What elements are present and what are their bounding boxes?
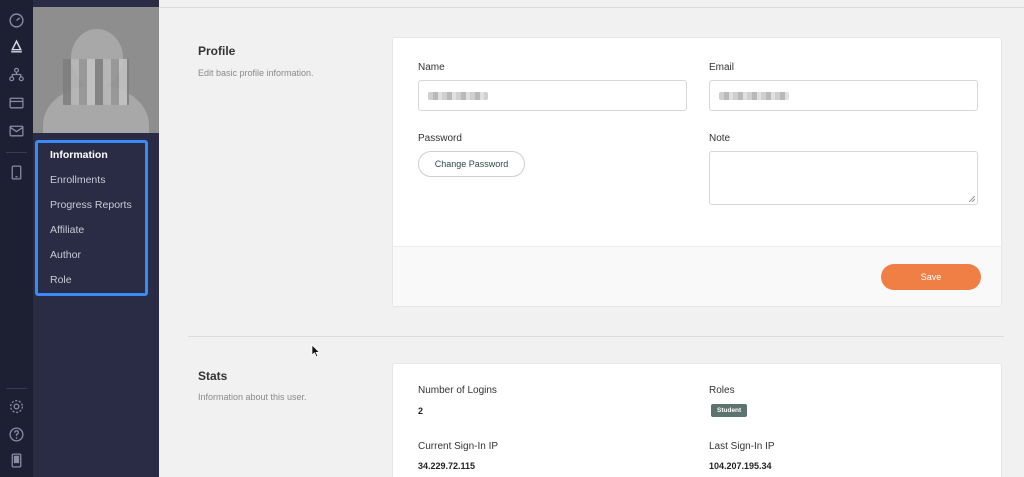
tablet-icon[interactable] bbox=[8, 164, 25, 181]
help-icon[interactable] bbox=[8, 426, 25, 443]
note-textarea[interactable] bbox=[709, 151, 978, 205]
save-button[interactable]: Save bbox=[881, 264, 981, 290]
profile-card-footer: Save bbox=[393, 246, 1001, 306]
profile-card: Name Email Password Change Password Note… bbox=[392, 37, 1002, 307]
menu-item-affiliate[interactable]: Affiliate bbox=[38, 222, 145, 247]
stats-title: Stats bbox=[198, 369, 228, 383]
settings-icon[interactable] bbox=[8, 398, 25, 415]
icon-rail bbox=[0, 0, 33, 477]
note-label: Note bbox=[709, 133, 731, 144]
header-divider bbox=[159, 7, 1024, 8]
menu-item-enrollments[interactable]: Enrollments bbox=[38, 172, 145, 197]
sitemap-icon[interactable] bbox=[8, 66, 25, 83]
last-ip-label: Last Sign-In IP bbox=[709, 441, 775, 452]
menu-item-information[interactable]: Information bbox=[38, 147, 145, 172]
rail-divider bbox=[6, 152, 27, 153]
name-label: Name bbox=[418, 62, 445, 73]
menu-item-author[interactable]: Author bbox=[38, 247, 145, 272]
billing-icon[interactable] bbox=[8, 94, 25, 111]
logins-value: 2 bbox=[418, 406, 424, 416]
menu-item-progress-reports[interactable]: Progress Reports bbox=[38, 197, 145, 222]
resize-handle[interactable] bbox=[969, 196, 975, 202]
last-ip-value: 104.207.195.34 bbox=[709, 461, 772, 471]
name-input[interactable] bbox=[418, 80, 687, 111]
change-password-button[interactable]: Change Password bbox=[418, 151, 525, 177]
logins-label: Number of Logins bbox=[418, 385, 497, 396]
role-badge: Student bbox=[711, 404, 748, 417]
menu-item-role[interactable]: Role bbox=[38, 272, 145, 297]
rail-divider bbox=[6, 388, 27, 389]
device-icon[interactable] bbox=[8, 452, 25, 469]
mouse-cursor-icon bbox=[311, 344, 321, 358]
current-ip-label: Current Sign-In IP bbox=[418, 441, 499, 452]
avatar bbox=[33, 7, 159, 133]
email-input[interactable] bbox=[709, 80, 978, 111]
stats-description: Information about this user. bbox=[198, 392, 307, 402]
dashboard-icon[interactable] bbox=[8, 12, 25, 29]
section-divider bbox=[188, 336, 1004, 337]
stats-card: Number of Logins 2 Roles Student Current… bbox=[392, 363, 1002, 477]
profile-description: Edit basic profile information. bbox=[198, 68, 314, 78]
email-label: Email bbox=[709, 62, 735, 73]
user-menu: Information Enrollments Progress Reports… bbox=[35, 140, 148, 296]
courses-icon[interactable] bbox=[8, 38, 25, 55]
roles-label: Roles bbox=[709, 385, 735, 396]
current-ip-value: 34.229.72.115 bbox=[418, 461, 476, 471]
mail-icon[interactable] bbox=[8, 122, 25, 139]
password-label: Password bbox=[418, 133, 462, 144]
profile-title: Profile bbox=[198, 44, 236, 58]
